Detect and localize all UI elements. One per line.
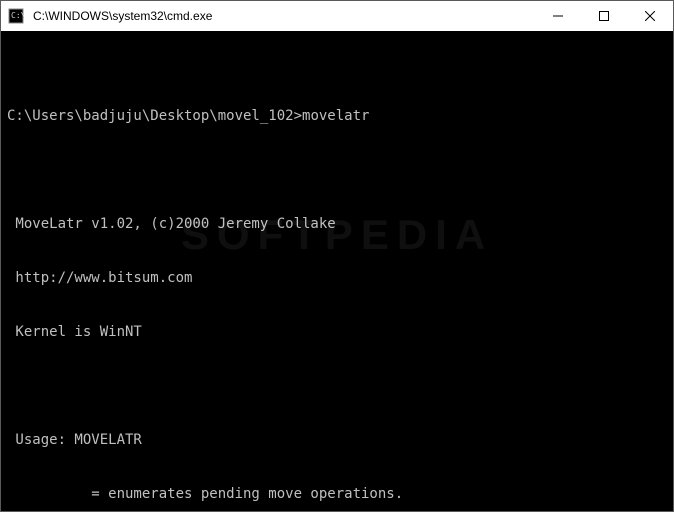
output-line: http://www.bitsum.com <box>7 269 667 287</box>
cmd-window: C:\ C:\WINDOWS\system32\cmd.exe SOFTPEDI… <box>0 0 674 512</box>
svg-text:C:\: C:\ <box>11 11 24 20</box>
blank-line <box>7 377 667 395</box>
output-line: MoveLatr v1.02, (c)2000 Jeremy Collake <box>7 215 667 233</box>
output-line: Usage: MOVELATR <box>7 431 667 449</box>
prompt-path: C:\Users\badjuju\Desktop\movel_102> <box>7 108 302 124</box>
prompt-command: movelatr <box>302 108 369 124</box>
minimize-button[interactable] <box>535 1 581 31</box>
close-button[interactable] <box>627 1 673 31</box>
blank-line <box>7 161 667 179</box>
window-controls <box>535 1 673 31</box>
terminal-body[interactable]: SOFTPEDIA C:\Users\badjuju\Desktop\movel… <box>1 31 673 511</box>
titlebar[interactable]: C:\ C:\WINDOWS\system32\cmd.exe <box>1 1 673 31</box>
prompt-line-1: C:\Users\badjuju\Desktop\movel_102>movel… <box>7 107 667 125</box>
cmd-icon: C:\ <box>1 1 31 31</box>
output-line: Kernel is WinNT <box>7 323 667 341</box>
output-line: = enumerates pending move operations. <box>7 485 667 503</box>
window-title: C:\WINDOWS\system32\cmd.exe <box>31 9 535 23</box>
maximize-button[interactable] <box>581 1 627 31</box>
